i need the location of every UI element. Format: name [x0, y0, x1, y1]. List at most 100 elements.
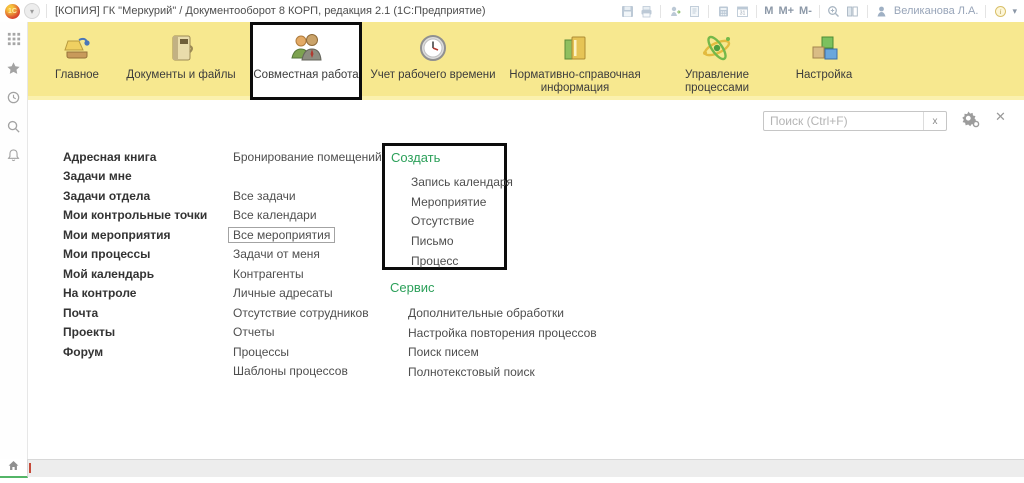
- link-employee-absence[interactable]: Отсутствие сотрудников: [233, 303, 382, 323]
- create-section-header: Создать: [391, 150, 441, 165]
- link-processes[interactable]: Процессы: [233, 342, 382, 362]
- calendar-icon[interactable]: 31: [735, 4, 749, 18]
- divider: [660, 4, 662, 18]
- tab-reference-information[interactable]: Нормативно-справочная информация: [504, 22, 646, 100]
- link-additional-processing[interactable]: Дополнительные обработки: [408, 303, 597, 323]
- tab-work-time-accounting[interactable]: Учет рабочего времени: [368, 22, 498, 100]
- memory-subtract-button[interactable]: M-: [799, 5, 812, 17]
- info-icon[interactable]: i: [993, 4, 1007, 18]
- spacer: [233, 167, 382, 187]
- user-icon: [875, 4, 889, 18]
- link-all-calendars[interactable]: Все календари: [233, 206, 382, 226]
- link-create-process[interactable]: Процесс: [411, 251, 504, 271]
- tab-settings[interactable]: Настройка: [788, 22, 860, 100]
- link-reports[interactable]: Отчеты: [233, 323, 382, 343]
- chevron-down-icon[interactable]: ▾: [1012, 6, 1017, 16]
- service-section: Сервис Дополнительные обработки Настройк…: [390, 280, 597, 382]
- navigation-column: Бронирование помещений Все задачи Все ка…: [228, 147, 382, 382]
- search-input[interactable]: [764, 112, 923, 130]
- memory-add-button[interactable]: M+: [778, 5, 794, 17]
- history-icon[interactable]: [6, 89, 22, 105]
- system-menu-button[interactable]: ▾: [24, 3, 40, 19]
- search-icon[interactable]: [6, 118, 22, 134]
- link-create-calendar-record[interactable]: Запись календаря: [411, 172, 513, 192]
- link-my-calendar[interactable]: Мой календарь: [63, 264, 207, 284]
- link-my-control-points[interactable]: Мои контрольные точки: [63, 206, 207, 226]
- link-process-templates[interactable]: Шаблоны процессов: [233, 362, 382, 382]
- favorites-column: Адресная книга Задачи мне Задачи отдела …: [63, 147, 207, 362]
- print-preview-icon[interactable]: [687, 4, 701, 18]
- tab-label: Настройка: [795, 69, 853, 81]
- binders-icon: [558, 29, 592, 69]
- link-department-tasks[interactable]: Задачи отдела: [63, 186, 207, 206]
- link-room-booking[interactable]: Бронирование помещений: [233, 147, 382, 167]
- link-create-letter[interactable]: Письмо: [411, 231, 504, 251]
- notebook-icon: [164, 29, 198, 69]
- tab-label: Управление процессами: [684, 69, 750, 94]
- tab-documents-and-files[interactable]: Документы и файлы: [118, 22, 244, 100]
- tab-process-management[interactable]: Управление процессами: [652, 22, 782, 100]
- link-address-book[interactable]: Адресная книга: [63, 147, 207, 167]
- tab-label: Главное: [55, 69, 99, 81]
- divider: [46, 4, 47, 18]
- link-letter-search[interactable]: Поиск писем: [408, 342, 597, 362]
- divider: [866, 4, 868, 18]
- link-all-tasks[interactable]: Все задачи: [233, 186, 382, 206]
- link-personal-addressees[interactable]: Личные адресаты: [233, 284, 382, 304]
- link-my-processes[interactable]: Мои процессы: [63, 245, 207, 265]
- svg-text:31: 31: [739, 10, 745, 16]
- link-my-events[interactable]: Мои мероприятия: [63, 225, 207, 245]
- current-user-name: Великанова Л.А.: [893, 5, 979, 17]
- tab-label: Документы и файлы: [126, 69, 236, 81]
- app-title: [КОПИЯ] ГК "Меркурий" / Документооборот …: [55, 5, 486, 17]
- send-icon[interactable]: [668, 4, 682, 18]
- settings-gears-icon[interactable]: [960, 111, 980, 131]
- tab-label: Учет рабочего времени: [370, 69, 496, 81]
- split-window-icon[interactable]: [846, 4, 860, 18]
- search-box: x: [763, 111, 947, 131]
- link-tasks-to-me[interactable]: Задачи мне: [63, 167, 207, 187]
- tab-main[interactable]: Главное: [42, 22, 112, 100]
- link-on-control[interactable]: На контроле: [63, 284, 207, 304]
- link-create-event[interactable]: Мероприятие: [411, 192, 504, 212]
- titlebar-toolbar: 31 M M+ M- Великанова Л.А. i ▾: [620, 4, 1024, 18]
- zoom-icon[interactable]: [827, 4, 841, 18]
- link-mail[interactable]: Почта: [63, 303, 207, 323]
- main-content: x ✕ Адресная книга Задачи мне Задачи отд…: [28, 100, 1024, 459]
- calculator-icon[interactable]: [716, 4, 730, 18]
- close-icon[interactable]: ✕: [995, 110, 1006, 123]
- cubes-icon: [807, 29, 841, 69]
- tab-collaboration[interactable]: Совместная работа: [250, 22, 362, 100]
- orbit-process-icon: [699, 29, 735, 69]
- favorites-star-icon[interactable]: [6, 60, 22, 76]
- link-fulltext-search[interactable]: Полнотекстовый поиск: [408, 362, 597, 382]
- save-icon[interactable]: [620, 4, 634, 18]
- apps-grid-icon[interactable]: [6, 31, 22, 47]
- title-bar: 1С ▾ [КОПИЯ] ГК "Меркурий" / Документооб…: [0, 0, 1024, 23]
- link-tasks-from-me[interactable]: Задачи от меня: [233, 245, 382, 265]
- link-forum[interactable]: Форум: [63, 342, 207, 362]
- taskbar-red-mark: [29, 463, 31, 473]
- divider: [756, 4, 758, 18]
- memory-recall-button[interactable]: M: [764, 5, 773, 17]
- home-tab[interactable]: [0, 459, 28, 478]
- tab-label: Совместная работа: [253, 69, 359, 81]
- notifications-bell-icon[interactable]: [6, 147, 22, 163]
- link-create-absence[interactable]: Отсутствие: [411, 211, 504, 231]
- service-section-header: Сервис: [390, 280, 435, 295]
- tab-label: Нормативно-справочная информация: [509, 69, 641, 94]
- search-clear-button[interactable]: x: [923, 112, 946, 130]
- link-process-repetition-settings[interactable]: Настройка повторения процессов: [408, 323, 597, 343]
- print-icon[interactable]: [639, 4, 653, 18]
- taskbar: [0, 459, 1024, 478]
- divider: [818, 4, 820, 18]
- link-counterparties[interactable]: Контрагенты: [233, 264, 382, 284]
- 1c-logo-icon: 1С: [5, 3, 20, 19]
- svg-text:i: i: [999, 8, 1001, 16]
- ribbon: Главное Документы и файлы Совместная раб…: [28, 22, 1024, 100]
- clock-icon: [416, 29, 450, 69]
- link-all-events[interactable]: Все мероприятия: [228, 225, 382, 245]
- tool-sidebar: [0, 22, 28, 459]
- create-section: Создать Запись календаря Мероприятие Отс…: [382, 143, 513, 271]
- link-projects[interactable]: Проекты: [63, 323, 207, 343]
